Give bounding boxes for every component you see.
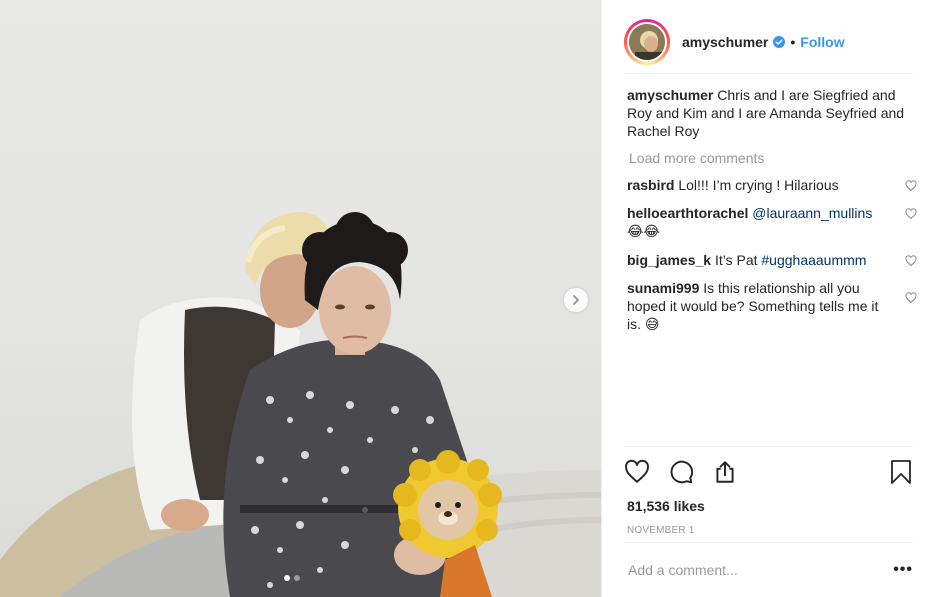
comment-hashtag-link[interactable]: #ugghaaaummm [761,252,866,268]
load-more-comments-button[interactable]: Load more comments [629,150,917,166]
verified-badge-icon [773,35,786,48]
instagram-post: amyschumer • Follow amyschumer Chris and… [0,0,934,597]
comment-item: big_james_k It’s Pat #ugghaaaummm [627,251,917,269]
comment-username[interactable]: sunami999 [627,280,699,296]
avatar-image [627,21,667,62]
heart-icon[interactable] [624,459,650,485]
likes-count[interactable]: 81,536 likes [627,498,913,514]
add-comment-bar: ••• [624,542,913,597]
username-link[interactable]: amyschumer [682,34,768,50]
post-header: amyschumer • Follow [624,10,913,74]
comment-emoji: 😅 [644,317,660,333]
comment-item: helloearthtorachel @lauraann_mullins 😂😂 [627,204,917,241]
comment-like-heart-icon[interactable] [905,290,917,308]
comment-item: sunami999 Is this relationship all you h… [627,279,917,334]
carousel-dot [294,575,300,581]
comment-bubble-icon[interactable] [668,459,694,485]
post-caption: amyschumer Chris and I are Siegfried and… [627,86,917,140]
chevron-right-icon [573,295,579,305]
post-panel: amyschumer • Follow amyschumer Chris and… [601,0,934,597]
comment-like-heart-icon[interactable] [905,206,917,224]
avatar[interactable] [624,18,670,65]
share-upload-icon[interactable] [712,459,738,485]
carousel-indicator [284,575,300,581]
comment-username[interactable]: rasbird [627,177,674,193]
more-options-button[interactable]: ••• [893,561,913,579]
separator-bullet: • [790,33,796,50]
comment-like-heart-icon[interactable] [905,253,917,271]
comment-emoji: 😂😂 [627,224,660,240]
post-actions: 81,536 likes NOVEMBER 1 [624,446,913,536]
caption-username[interactable]: amyschumer [627,87,713,103]
comment-text: It’s Pat [714,252,758,268]
post-photo[interactable] [0,0,601,597]
comment-like-heart-icon[interactable] [905,178,917,196]
photo-illustration [0,212,601,597]
carousel-dot-active [284,575,290,581]
comment-item: rasbird Lol!!! I’m crying ! Hilarious [627,176,917,194]
comments-list: amyschumer Chris and I are Siegfried and… [627,86,917,344]
comment-text: Lol!!! I’m crying ! Hilarious [678,177,839,193]
post-date[interactable]: NOVEMBER 1 [627,525,913,536]
comment-username[interactable]: big_james_k [627,252,711,268]
next-photo-button[interactable] [564,288,588,312]
action-icons-row [624,447,913,497]
add-comment-input[interactable] [624,562,894,578]
comment-mention-link[interactable]: @lauraann_mullins [752,205,872,221]
bookmark-icon[interactable] [889,459,913,485]
comment-username[interactable]: helloearthtorachel [627,205,748,221]
follow-button[interactable]: Follow [800,34,844,50]
